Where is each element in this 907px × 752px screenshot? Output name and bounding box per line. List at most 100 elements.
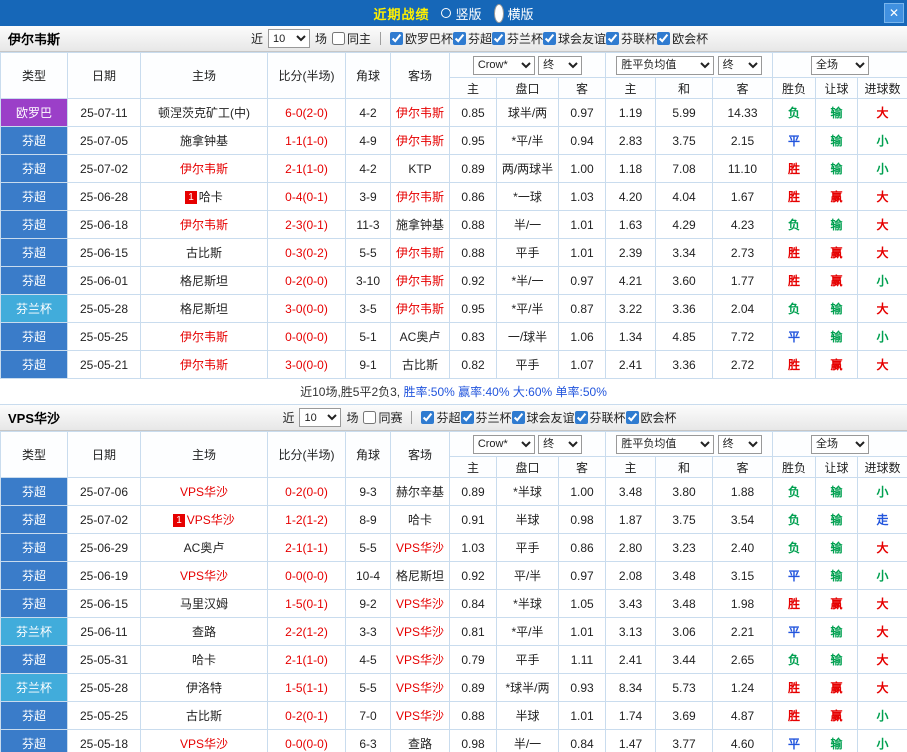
team-name-text: 顿涅茨克矿工(中) — [158, 106, 250, 120]
same-home-filter[interactable]: 同主 — [331, 30, 371, 47]
avg-odds-select[interactable]: 胜平负均值 — [616, 55, 715, 75]
same-home-checkbox[interactable] — [331, 32, 345, 45]
avg-period-select[interactable]: 终 — [717, 55, 762, 75]
league-filter[interactable]: 欧会杯 — [625, 409, 677, 426]
team-name-text: 查路 — [407, 737, 432, 751]
corner-cell: 9-3 — [345, 477, 391, 506]
score-cell: 2-2(1-2) — [267, 617, 346, 646]
league-filter[interactable]: 芬超 — [421, 409, 461, 426]
subcol-goals-result: 进球数 — [856, 456, 907, 478]
summary-segment: 大:60% — [512, 385, 556, 399]
league-label: 欧罗巴杯 — [404, 31, 453, 46]
away-team-cell: VPS华沙 — [390, 645, 450, 674]
league-checkbox[interactable] — [389, 31, 403, 45]
handicap-cell: 半/一 — [496, 729, 559, 752]
match-row: 芬超 25-06-01 格尼斯坦 0-2(0-0) 3-10 伊尔韦斯 0.92 *半/一 0.… — [0, 266, 907, 295]
score-cell: 0-2(0-1) — [267, 701, 346, 730]
league-filter[interactable]: 芬超 — [453, 30, 492, 47]
away-odds-cell: 1.01 — [558, 210, 606, 239]
match-row: 芬超 25-06-15 马里汉姆 1-5(0-1) 9-2 VPS华沙 0.84 *半球 1.0… — [0, 589, 907, 618]
bookmaker-select[interactable]: Crow* — [472, 55, 535, 75]
match-row: 欧罗巴 25-07-11 顿涅茨克矿工(中) 6-0(2-0) 4-2 伊尔韦斯 0.85 球… — [0, 98, 907, 127]
team-name-text: 伊尔韦斯 — [395, 106, 444, 120]
league-cell: 芬兰杯 — [0, 294, 68, 323]
scope-select[interactable]: 全场 — [811, 55, 870, 75]
layout-option-horizontal[interactable]: 横版 — [493, 3, 534, 23]
filters: 近 10 场 同主 欧罗巴杯 芬超 芬兰杯 球会友谊 芬联杯 欧会杯 — [60, 29, 899, 48]
date-cell: 25-05-31 — [67, 645, 141, 674]
league-filter[interactable]: 芬联杯 — [574, 409, 626, 426]
league-filter[interactable]: 芬兰杯 — [492, 30, 543, 47]
home-team-cell: 1 VPS华沙 — [140, 505, 268, 534]
home-odds-cell: 0.95 — [449, 126, 497, 155]
avg-draw-cell: 3.69 — [655, 701, 713, 730]
same-competition-filter[interactable]: 同赛 — [363, 409, 402, 426]
recent-count-select[interactable]: 10 — [267, 29, 310, 48]
team-name-text: 马里汉姆 — [179, 597, 228, 611]
league-checkbox[interactable] — [453, 31, 466, 45]
league-checkbox[interactable] — [543, 31, 557, 45]
league-cell: 芬超 — [0, 505, 68, 534]
handicap-cell: 一/球半 — [496, 322, 559, 351]
home-team-cell: VPS华沙 — [140, 729, 268, 752]
recent-count-select[interactable]: 10 — [299, 408, 342, 427]
league-filter[interactable]: 欧罗巴杯 — [389, 30, 453, 47]
team-name-text: 伊尔韦斯 — [395, 134, 444, 148]
goals-result-cell: 大 — [856, 210, 907, 239]
league-label: 芬超 — [468, 31, 493, 46]
league-cell: 芬超 — [0, 182, 68, 211]
home-team-cell: 查路 — [140, 617, 268, 646]
handicap-result-cell: 输 — [815, 210, 858, 239]
league-checkbox[interactable] — [492, 31, 506, 45]
avg-period-select[interactable]: 终 — [717, 434, 762, 454]
team-name-text: 格尼斯坦 — [395, 569, 444, 583]
team-name-text: KTP — [408, 161, 432, 176]
layout-option-vertical[interactable]: 竖版 — [441, 4, 482, 23]
col-away: 客场 — [390, 431, 450, 478]
league-checkbox[interactable] — [574, 410, 588, 424]
league-filter[interactable]: 芬兰杯 — [460, 409, 512, 426]
close-button[interactable]: ✕ — [884, 3, 904, 23]
avg-draw-cell: 5.73 — [655, 673, 713, 702]
league-filter[interactable]: 欧会杯 — [657, 30, 708, 47]
home-odds-cell: 1.03 — [449, 533, 497, 562]
away-team-cell: 伊尔韦斯 — [390, 294, 450, 323]
goals-result-cell: 小 — [856, 154, 907, 183]
league-checkbox[interactable] — [511, 410, 525, 424]
team-name-text: 哈卡 — [191, 653, 216, 667]
bookmaker-select[interactable]: Crow* — [472, 434, 535, 454]
away-odds-cell: 1.00 — [558, 477, 606, 506]
avg-home-cell: 4.20 — [605, 182, 656, 211]
corner-cell: 5-5 — [345, 238, 391, 267]
score-cell: 3-0(0-0) — [267, 294, 346, 323]
team-name-text: VPS华沙 — [179, 569, 228, 583]
odds-period-select[interactable]: 终 — [538, 434, 583, 454]
league-checkbox[interactable] — [421, 410, 435, 424]
home-team-cell: AC奥卢 — [140, 533, 268, 562]
league-checkbox[interactable] — [657, 31, 671, 45]
home-team-cell: 伊尔韦斯 — [140, 322, 268, 351]
league-filter[interactable]: 球会友谊 — [543, 30, 606, 47]
home-odds-cell: 0.89 — [449, 673, 497, 702]
avg-away-cell: 4.23 — [712, 210, 773, 239]
league-checkbox[interactable] — [460, 410, 474, 424]
avg-odds-select[interactable]: 胜平负均值 — [616, 434, 715, 454]
wdl-result-cell: 平 — [772, 729, 816, 752]
league-filter[interactable]: 球会友谊 — [511, 409, 575, 426]
wdl-result-cell: 负 — [772, 98, 816, 127]
league-filters: 芬超 芬兰杯 球会友谊 芬联杯 欧会杯 — [421, 409, 677, 427]
league-filter[interactable]: 芬联杯 — [606, 30, 657, 47]
away-team-cell: VPS华沙 — [390, 589, 450, 618]
same-competition-checkbox[interactable] — [363, 411, 377, 424]
league-cell: 芬超 — [0, 589, 68, 618]
league-checkbox[interactable] — [625, 410, 639, 424]
subcol-avg-away: 客 — [712, 456, 773, 478]
odds-period-select[interactable]: 终 — [538, 55, 583, 75]
handicap-result-cell: 赢 — [815, 589, 858, 618]
col-type: 类型 — [0, 431, 68, 478]
avg-draw-cell: 3.77 — [655, 729, 713, 752]
scope-select[interactable]: 全场 — [811, 434, 870, 454]
handicap-cell: *平/半 — [496, 294, 559, 323]
home-odds-cell: 0.82 — [449, 350, 497, 379]
league-checkbox[interactable] — [606, 31, 620, 45]
